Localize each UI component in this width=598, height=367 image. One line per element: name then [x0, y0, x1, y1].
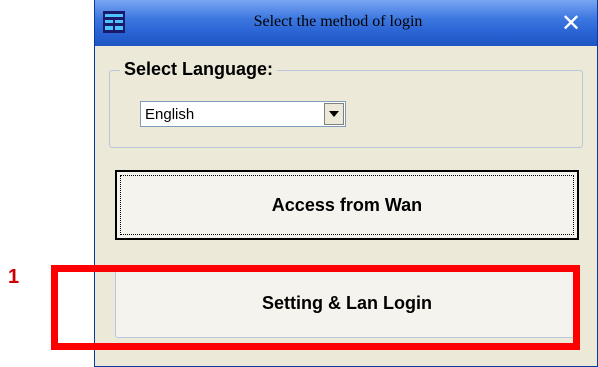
language-select[interactable]: English	[140, 101, 346, 127]
chevron-down-icon	[329, 111, 339, 117]
access-from-wan-label: Access from Wan	[271, 195, 423, 215]
access-from-wan-button[interactable]: Access from Wan	[115, 170, 579, 240]
close-icon[interactable]: ✕	[557, 9, 585, 37]
language-group: Select Language: English	[109, 59, 583, 148]
dropdown-button[interactable]	[324, 103, 344, 125]
language-group-label: Select Language:	[120, 59, 278, 80]
title-bar[interactable]: Select the method of login ✕	[95, 0, 597, 46]
app-logo-icon	[103, 11, 125, 33]
annotation-number: 1	[8, 266, 20, 288]
window-title: Select the method of login	[253, 13, 423, 30]
annotation-highlight-box	[51, 265, 580, 350]
language-select-value: English	[145, 106, 195, 123]
